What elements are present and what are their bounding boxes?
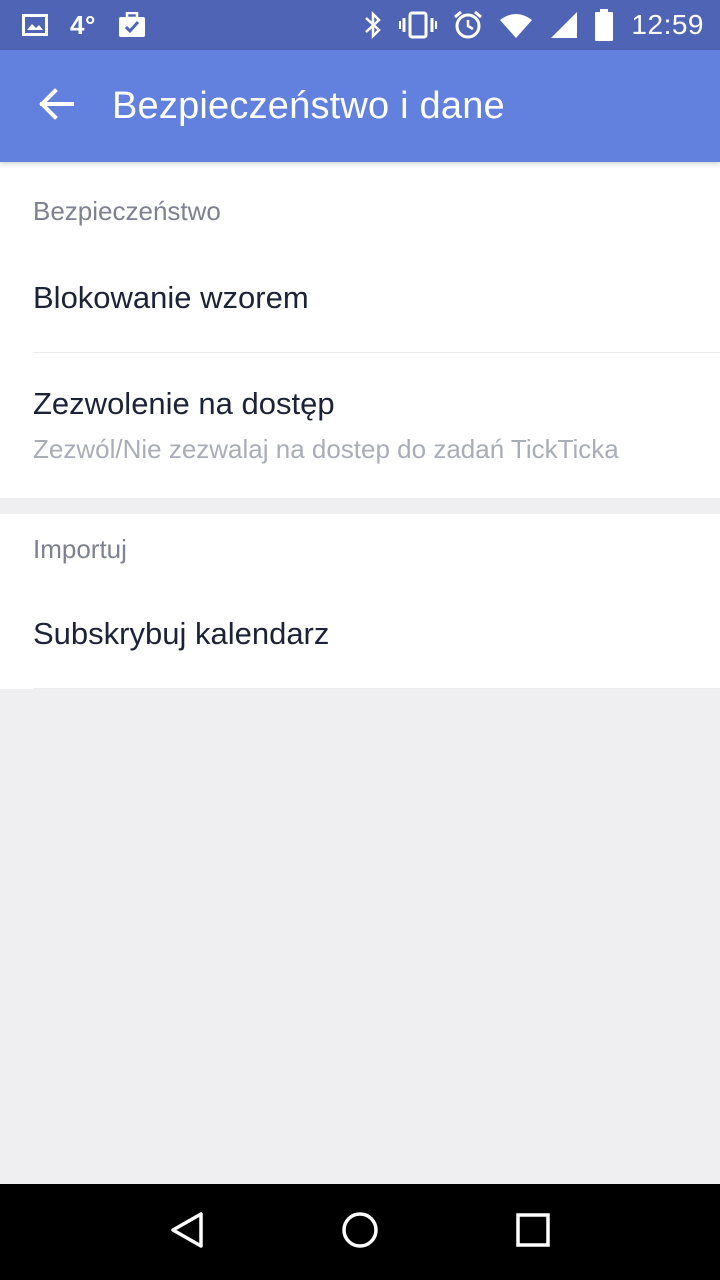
nav-back-button[interactable] xyxy=(147,1192,227,1272)
arrow-left-icon xyxy=(38,87,74,125)
section-security: Bezpieczeństwo Blokowanie wzorem Zezwole… xyxy=(0,162,720,498)
list-item-access-permission[interactable]: Zezwolenie na dostęp Zezwól/Nie zezwalaj… xyxy=(0,353,720,498)
briefcase-check-icon xyxy=(118,12,146,38)
battery-icon xyxy=(595,9,614,41)
nav-home-button[interactable] xyxy=(320,1192,400,1272)
section-header: Bezpieczeństwo xyxy=(33,196,221,226)
item-title: Subskrybuj kalendarz xyxy=(33,616,330,651)
item-title: Blokowanie wzorem xyxy=(33,280,309,315)
image-icon xyxy=(22,14,48,36)
temperature-text: 4° xyxy=(70,9,96,40)
back-triangle-icon xyxy=(167,1210,207,1255)
section-import: Importuj Subskrybuj kalendarz xyxy=(0,514,720,689)
vibrate-icon xyxy=(399,11,438,39)
app-bar: Bezpieczeństwo i dane xyxy=(0,50,720,162)
back-button[interactable] xyxy=(0,50,112,162)
system-nav-bar xyxy=(0,1184,720,1280)
list-item-subscribe-calendar[interactable]: Subskrybuj kalendarz xyxy=(0,582,720,688)
alarm-icon xyxy=(453,10,483,40)
item-subtitle: Zezwól/Nie zezwalaj na dostep do zadań T… xyxy=(33,434,619,464)
nav-recents-button[interactable] xyxy=(493,1192,573,1272)
home-circle-icon xyxy=(340,1210,380,1255)
section-header: Importuj xyxy=(33,534,127,564)
recents-square-icon xyxy=(515,1212,551,1253)
wifi-icon xyxy=(499,12,533,38)
list-item-pattern-lock[interactable]: Blokowanie wzorem xyxy=(0,246,720,352)
status-bar: 4° 12:59 xyxy=(0,0,720,50)
page-title: Bezpieczeństwo i dane xyxy=(112,84,505,127)
item-title: Zezwolenie na dostęp xyxy=(33,386,335,421)
screen: 4° 12:59 Bezpieczeństwo i dane Bezpiecze… xyxy=(0,0,720,1280)
signal-icon xyxy=(549,11,579,39)
clock-text: 12:59 xyxy=(631,9,704,40)
bluetooth-icon xyxy=(363,10,383,40)
divider xyxy=(33,688,720,689)
